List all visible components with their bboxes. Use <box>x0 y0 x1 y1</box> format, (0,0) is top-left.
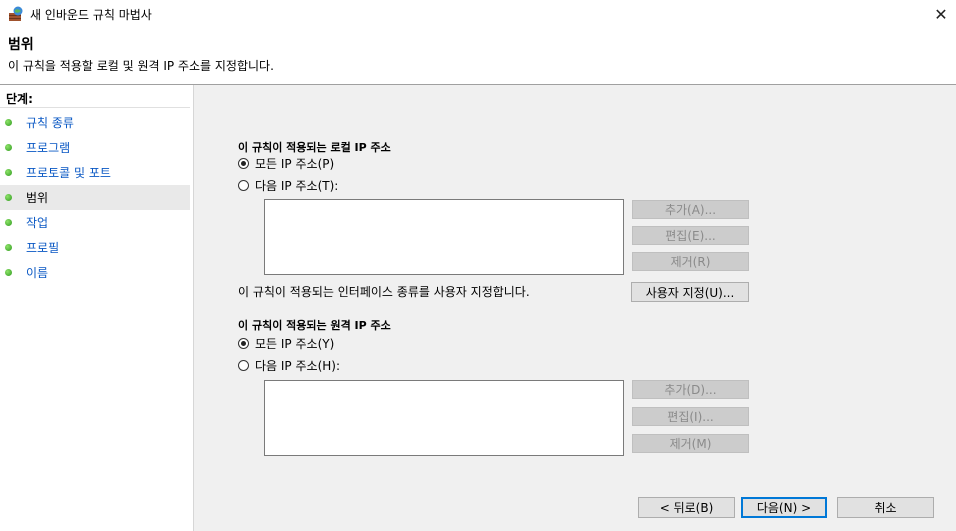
scope-panel: 이 규칙이 적용되는 로컬 IP 주소 모든 IP 주소(P) 다음 IP 주소… <box>194 85 956 531</box>
step-label: 범위 <box>26 191 49 205</box>
local-any-ip-label: 모든 IP 주소(P) <box>255 157 335 171</box>
step-label: 프로필 <box>26 241 60 255</box>
step-action[interactable]: 작업 <box>0 210 190 235</box>
local-add-button[interactable]: 추가(A)... <box>632 200 749 219</box>
remote-these-ip-label: 다음 IP 주소(H): <box>255 359 340 373</box>
back-button[interactable]: < 뒤로(B) <box>638 497 735 518</box>
step-label: 이름 <box>26 266 49 280</box>
step-protocol-ports[interactable]: 프로토콜 및 포트 <box>0 160 190 185</box>
local-remove-button[interactable]: 제거(R) <box>632 252 749 271</box>
page-title: 범위 <box>8 37 34 53</box>
step-status-icon <box>5 269 12 276</box>
step-label: 프로그램 <box>26 141 71 155</box>
steps-heading: 단계: <box>6 92 33 106</box>
remote-any-ip-radio[interactable]: 모든 IP 주소(Y) <box>238 335 334 352</box>
remote-ip-list[interactable] <box>264 380 624 456</box>
next-button[interactable]: 다음(N) > <box>741 497 827 518</box>
customize-interface-button[interactable]: 사용자 지정(U)... <box>631 282 749 302</box>
remote-remove-button[interactable]: 제거(M) <box>632 434 749 453</box>
local-these-ip-label: 다음 IP 주소(T): <box>255 179 339 193</box>
step-status-icon <box>5 194 12 201</box>
local-ip-list[interactable] <box>264 199 624 275</box>
close-button[interactable]: ✕ <box>926 0 956 28</box>
remote-add-button[interactable]: 추가(D)... <box>632 380 749 399</box>
step-program[interactable]: 프로그램 <box>0 135 190 160</box>
step-status-icon <box>5 169 12 176</box>
remote-these-ip-radio[interactable]: 다음 IP 주소(H): <box>238 357 340 374</box>
step-status-icon <box>5 144 12 151</box>
cancel-button[interactable]: 취소 <box>837 497 934 518</box>
step-status-icon <box>5 219 12 226</box>
step-scope[interactable]: 범위 <box>0 185 190 210</box>
steps-divider <box>0 107 190 108</box>
step-profile[interactable]: 프로필 <box>0 235 190 260</box>
local-edit-button[interactable]: 편집(E)... <box>632 226 749 245</box>
local-ip-section-title: 이 규칙이 적용되는 로컬 IP 주소 <box>238 141 391 154</box>
remote-any-ip-label: 모든 IP 주소(Y) <box>255 337 335 351</box>
radio-selected-icon <box>238 338 249 349</box>
radio-unselected-icon <box>238 360 249 371</box>
remote-ip-section-title: 이 규칙이 적용되는 원격 IP 주소 <box>238 319 391 332</box>
step-status-icon <box>5 119 12 126</box>
step-label: 작업 <box>26 216 49 230</box>
steps-panel: 단계: 규칙 종류 프로그램 프로토콜 및 포트 범위 작업 프로필 이름 <box>0 85 194 531</box>
title-bar: 새 인바운드 규칙 마법사 ✕ <box>0 0 956 28</box>
remote-edit-button[interactable]: 편집(I)... <box>632 407 749 426</box>
firewall-wizard-icon <box>8 6 24 22</box>
radio-unselected-icon <box>238 180 249 191</box>
step-name[interactable]: 이름 <box>0 260 190 285</box>
window-title: 새 인바운드 규칙 마법사 <box>30 8 152 22</box>
step-rule-type[interactable]: 규칙 종류 <box>0 110 190 135</box>
close-icon: ✕ <box>934 4 948 24</box>
interface-types-text: 이 규칙이 적용되는 인터페이스 종류를 사용자 지정합니다. <box>238 285 530 299</box>
local-these-ip-radio[interactable]: 다음 IP 주소(T): <box>238 177 338 194</box>
step-status-icon <box>5 244 12 251</box>
radio-selected-icon <box>238 158 249 169</box>
local-any-ip-radio[interactable]: 모든 IP 주소(P) <box>238 155 334 172</box>
page-description: 이 규칙을 적용할 로컬 및 원격 IP 주소를 지정합니다. <box>8 59 274 73</box>
step-label: 규칙 종류 <box>26 116 74 130</box>
step-label: 프로토콜 및 포트 <box>26 166 111 180</box>
